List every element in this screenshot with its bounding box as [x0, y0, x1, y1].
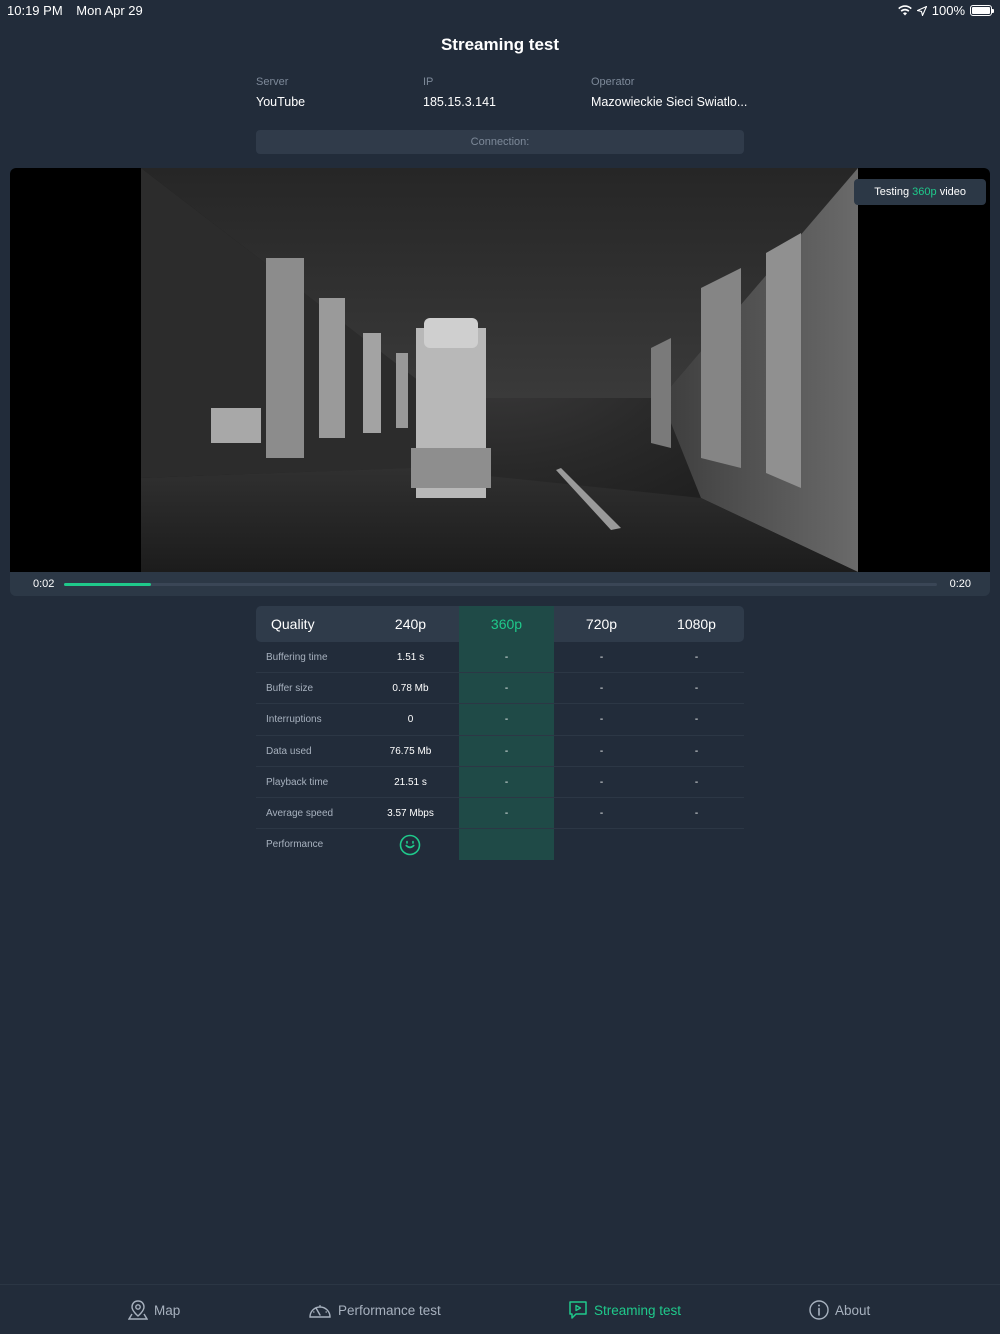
operator-info: Operator Mazowieckie Sieci Swiatlo... — [591, 76, 747, 109]
speedometer-icon — [309, 1305, 331, 1318]
cell-240p: 0 — [407, 714, 414, 726]
cell-720p: - — [599, 745, 604, 757]
server-value: YouTube — [256, 95, 306, 109]
cell-360p: - — [504, 745, 509, 757]
table-row: Average speed 3.57 Mbps - - - — [256, 798, 744, 830]
status-date: Mon Apr 29 — [76, 3, 143, 18]
cell-1080p: - — [694, 807, 699, 819]
location-icon — [916, 5, 927, 16]
cell-240p: 21.51 s — [394, 776, 427, 788]
quality-table: Quality 240p 360p 720p 1080p Buffering t… — [256, 606, 744, 860]
quality-header-label: Quality — [271, 616, 315, 632]
video-still-image — [141, 168, 858, 572]
tab-streaming-test[interactable]: Streaming test — [568, 1285, 681, 1334]
row-label: Buffering time — [266, 652, 328, 663]
operator-label: Operator — [591, 76, 635, 88]
ip-info: IP 185.15.3.141 — [423, 76, 496, 109]
tab-map-label: Map — [154, 1302, 181, 1318]
column-360p: 360p — [459, 606, 554, 642]
cell-360p: - — [504, 807, 509, 819]
wifi-icon — [897, 5, 912, 16]
table-row: Interruptions 0 - - - — [256, 704, 744, 736]
connection-status: Connection: — [256, 130, 744, 154]
badge-suffix: video — [939, 186, 966, 198]
operator-value: Mazowieckie Sieci Swiatlo... — [591, 95, 748, 109]
table-row: Buffering time 1.51 s - - - — [256, 642, 744, 674]
tab-performance-test[interactable]: Performance test — [308, 1285, 441, 1334]
cell-360p: - — [504, 683, 509, 695]
current-time: 0:02 — [33, 578, 55, 590]
tab-streaming-test-label: Streaming test — [594, 1302, 682, 1318]
cell-1080p: - — [694, 776, 699, 788]
performance-label: Performance — [266, 839, 324, 851]
row-label: Playback time — [266, 776, 329, 788]
tab-about-label: About — [835, 1302, 871, 1318]
cell-720p: - — [599, 714, 604, 726]
video-area[interactable]: Testing 360p video — [10, 168, 990, 572]
page-title: Streaming test — [440, 35, 560, 54]
tab-bar: Map Performance test Streaming test Abou… — [0, 1284, 1000, 1334]
cell-1080p: - — [694, 714, 699, 726]
tab-about[interactable]: About — [809, 1285, 870, 1334]
table-row: Playback time 21.51 s - - - — [256, 767, 744, 798]
cell-1080p: - — [694, 652, 699, 663]
tab-map[interactable]: Map — [128, 1285, 180, 1334]
table-row: Data used 76.75 Mb - - - — [256, 736, 744, 767]
player-controls: 0:02 0:20 — [10, 572, 990, 596]
row-label: Average speed — [266, 807, 334, 819]
cell-360p: - — [504, 652, 509, 663]
video-player[interactable]: Testing 360p video 0:02 0:20 — [10, 168, 990, 596]
video-frame — [141, 168, 858, 572]
quality-header: Quality 240p 360p 720p 1080p — [256, 606, 744, 642]
cell-360p: - — [504, 776, 509, 788]
badge-quality: 360p — [912, 186, 937, 198]
tab-performance-test-label: Performance test — [338, 1302, 441, 1318]
cell-1080p: - — [694, 683, 699, 695]
table-row-performance: Performance — [256, 829, 744, 860]
badge-prefix: Testing — [874, 186, 910, 198]
cell-240p: 3.57 Mbps — [387, 807, 434, 819]
status-time: 10:19 PM — [7, 3, 63, 18]
battery-icon — [970, 5, 994, 16]
cell-240p: 0.78 Mb — [392, 683, 429, 695]
cell-720p: - — [599, 807, 604, 819]
progress-bar[interactable] — [64, 583, 937, 586]
row-label: Interruptions — [266, 714, 322, 726]
battery-percent: 100% — [931, 3, 965, 18]
table-row: Buffer size 0.78 Mb - - - — [256, 673, 744, 705]
play-screen-icon — [569, 1301, 587, 1319]
info-icon — [809, 1300, 829, 1320]
server-label: Server — [256, 76, 289, 88]
server-info: Server YouTube — [256, 76, 305, 109]
ip-label: IP — [423, 76, 434, 88]
status-bar: 10:19 PM Mon Apr 29 100% — [0, 0, 1000, 20]
connection-info: Server YouTube IP 185.15.3.141 Operator … — [256, 76, 747, 116]
column-720p: 720p — [585, 616, 618, 632]
cell-720p: - — [599, 776, 604, 788]
smiley-icon — [399, 834, 421, 856]
cell-1080p: - — [694, 745, 699, 757]
row-label: Data used — [266, 745, 312, 757]
cell-720p: - — [599, 683, 604, 695]
column-1080p: 1080p — [677, 616, 716, 632]
column-240p: 240p — [394, 616, 427, 632]
total-time: 0:20 — [949, 578, 971, 590]
row-label: Buffer size — [266, 683, 314, 695]
testing-quality-badge: Testing 360p video — [854, 179, 986, 205]
cell-240p: 76.75 Mb — [389, 745, 432, 757]
cell-720p: - — [599, 652, 604, 663]
cell-360p: - — [504, 714, 509, 726]
map-pin-icon — [128, 1300, 148, 1320]
ip-value: 185.15.3.141 — [423, 95, 496, 109]
cell-240p: 1.51 s — [396, 652, 425, 663]
progress-fill — [64, 583, 152, 586]
